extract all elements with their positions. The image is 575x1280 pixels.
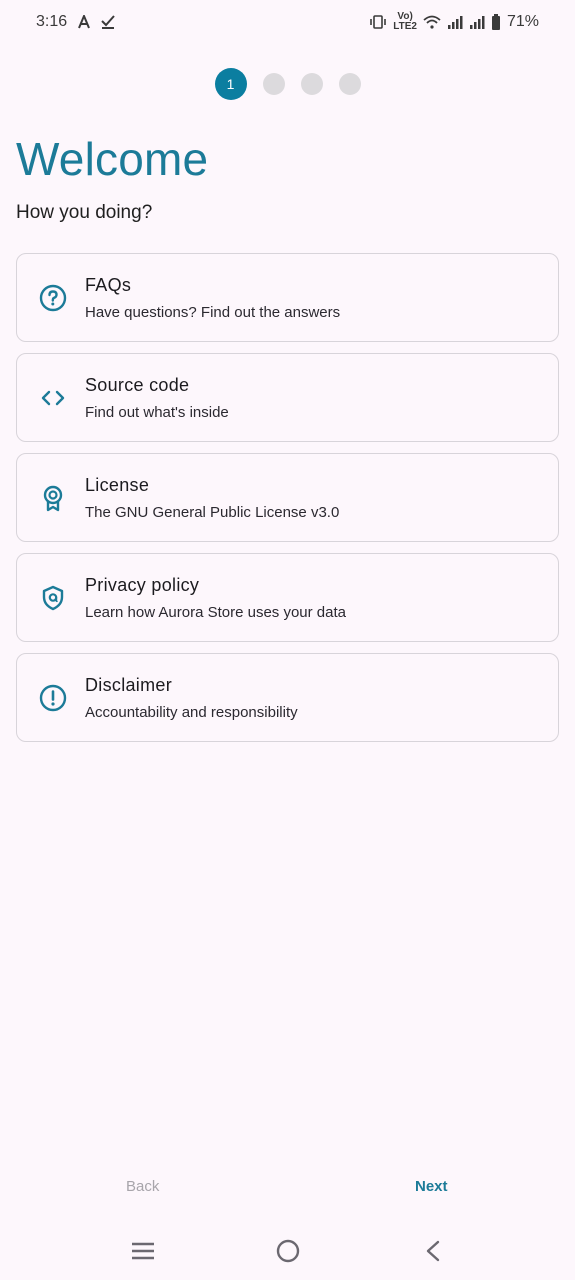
source-code-title: Source code <box>85 374 190 395</box>
page-subtitle: How you doing? <box>16 202 153 223</box>
step-1[interactable]: 1 <box>214 68 247 100</box>
faqs-card[interactable]: FAQs Have questions? Find out the answer… <box>16 253 559 342</box>
bottom-actions: Back Next <box>0 1172 575 1206</box>
disclaimer-title: Disclaimer <box>85 674 173 695</box>
disclaimer-card[interactable]: Disclaimer Accountability and responsibi… <box>16 653 559 742</box>
disclaimer-card-text: Disclaimer Accountability and responsibi… <box>85 675 298 721</box>
faqs-title: FAQs <box>85 274 132 295</box>
home-button[interactable] <box>264 1229 312 1277</box>
wifi-icon <box>423 15 441 29</box>
status-right: Vo) LTE2 71% <box>369 12 539 32</box>
step-2[interactable] <box>262 73 285 95</box>
source-code-card[interactable]: Source code Find out what's inside <box>16 353 559 442</box>
battery-icon <box>491 14 501 30</box>
network-indicator: Vo) LTE2 <box>393 12 417 32</box>
disclaimer-subtitle: Accountability and responsibility <box>85 703 298 721</box>
faqs-subtitle: Have questions? Find out the answers <box>85 303 341 321</box>
source-code-subtitle: Find out what's inside <box>85 403 229 421</box>
source-code-card-text: Source code Find out what's inside <box>85 375 229 421</box>
back-nav-button[interactable] <box>409 1229 457 1277</box>
status-bar: 3:16 Vo) LTE2 71% <box>0 0 575 44</box>
step-4[interactable] <box>338 73 361 95</box>
system-nav-bar <box>0 1226 575 1280</box>
privacy-policy-card[interactable]: Privacy policy Learn how Aurora Store us… <box>16 553 559 642</box>
stepper: 1 <box>0 68 575 100</box>
signal-icon-2 <box>469 15 485 29</box>
next-button[interactable]: Next <box>403 1172 460 1201</box>
code-icon <box>37 382 69 414</box>
license-card-text: License The GNU General Public License v… <box>85 475 339 521</box>
recents-button[interactable] <box>119 1229 167 1277</box>
step-3[interactable] <box>300 73 323 95</box>
back-button[interactable]: Back <box>114 1172 171 1201</box>
status-left: 3:16 <box>36 13 115 31</box>
signal-icon <box>447 15 463 29</box>
battery-level: 71% <box>506 13 539 30</box>
network-sub: LTE2 <box>393 21 417 32</box>
license-card[interactable]: License The GNU General Public License v… <box>16 453 559 542</box>
license-title: License <box>85 474 150 495</box>
license-badge-icon <box>37 482 69 514</box>
home-icon <box>276 1239 300 1268</box>
vibrate-icon <box>369 15 387 29</box>
privacy-shield-icon <box>37 582 69 614</box>
privacy-policy-card-text: Privacy policy Learn how Aurora Store us… <box>85 575 346 621</box>
recents-icon <box>131 1241 155 1266</box>
help-circle-icon <box>37 282 69 314</box>
alert-circle-icon <box>37 682 69 714</box>
privacy-policy-subtitle: Learn how Aurora Store uses your data <box>85 603 346 621</box>
download-check-icon <box>101 15 115 29</box>
font-a-icon <box>77 15 91 29</box>
license-subtitle: The GNU General Public License v3.0 <box>85 503 340 521</box>
privacy-policy-title: Privacy policy <box>85 574 200 595</box>
link-cards: FAQs Have questions? Find out the answer… <box>16 253 559 753</box>
status-time: 3:16 <box>36 13 68 30</box>
faqs-card-text: FAQs Have questions? Find out the answer… <box>85 275 340 321</box>
back-nav-icon <box>425 1240 441 1267</box>
page-title: Welcome <box>16 133 209 185</box>
